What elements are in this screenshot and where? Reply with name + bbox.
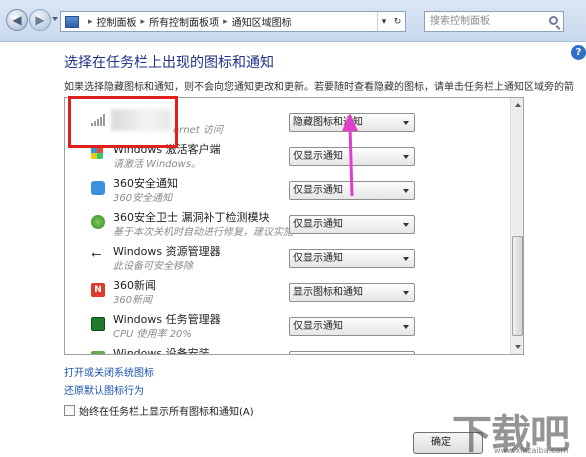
list-item-subtitle: 360安全通知	[113, 193, 173, 204]
chevron-down-icon	[403, 291, 409, 295]
search-icon[interactable]	[549, 16, 558, 25]
title-bar: ◀ ▶ ▸ 控制面板 ▸ 所有控制面板项 ▸ 通知区域图标 ▾ ↻ 搜索控制面板	[0, 0, 586, 42]
list-item-name: Windows 设备安装	[113, 347, 210, 355]
device-install-icon	[91, 351, 105, 354]
restore-defaults-link[interactable]: 还原默认图标行为	[64, 382, 144, 397]
behavior-select[interactable]: 隐藏图标和通知	[289, 113, 415, 132]
behavior-select[interactable]: 仅显示通知	[289, 181, 415, 200]
control-panel-icon	[65, 15, 79, 28]
task-manager-icon	[91, 317, 105, 331]
list-item: Windows 设备安装	[65, 342, 511, 355]
list-item: Windows 任务管理器 CPU 使用率 20% 仅显示通知	[65, 308, 511, 342]
search-placeholder: 搜索控制面板	[430, 16, 490, 27]
list-item-subtitle: 360新闻	[113, 295, 153, 306]
arrow-up-icon	[514, 103, 521, 107]
red-highlight-annotation	[68, 96, 178, 148]
news-icon: N	[91, 283, 105, 297]
behavior-select-value: 仅显示通知	[293, 321, 343, 332]
watermark-url: www.xiazaiba.com	[494, 446, 569, 455]
chat-bubble-icon	[91, 181, 105, 195]
behavior-select-value: 隐藏图标和通知	[293, 117, 363, 128]
chevron-down-icon	[403, 189, 409, 193]
behavior-select[interactable]	[289, 351, 415, 354]
always-show-checkbox[interactable]	[64, 405, 75, 416]
always-show-label: 始终在任务栏上显示所有图标和通知(A)	[79, 407, 254, 418]
behavior-select[interactable]: 仅显示通知	[289, 215, 415, 234]
patch-module-icon	[91, 215, 105, 229]
list-item-subtitle: 此设备可安全移除	[113, 261, 193, 272]
chevron-down-icon	[403, 257, 409, 261]
arrow-down-icon	[514, 345, 521, 349]
list-item: 360安全卫士 漏洞补丁检测模块 基于本次关机时自动进行修复，建议实施 仅显示通…	[65, 206, 511, 240]
breadcrumb-notification-icons[interactable]: 通知区域图标	[232, 14, 292, 29]
chevron-down-icon	[403, 155, 409, 159]
address-dropdown-icon[interactable]: ▾	[382, 17, 387, 27]
list-item: N 360新闻 360新闻 显示图标和通知	[65, 274, 511, 308]
usb-icon: ⭠	[91, 247, 102, 262]
behavior-select[interactable]: 仅显示通知	[289, 249, 415, 268]
breadcrumb-separator-icon: ▸	[88, 16, 93, 27]
scroll-down-button[interactable]	[511, 340, 524, 354]
list-item-subtitle: ernet 访问	[173, 125, 223, 136]
address-controls: ▾ ↻	[377, 12, 405, 31]
page-description: 如果选择隐藏图标和通知，则不会向您通知更改和更新。若要随时查看隐藏的图标，请单击…	[64, 82, 574, 93]
refresh-icon[interactable]: ↻	[394, 17, 402, 27]
list-item-subtitle: CPU 使用率 20%	[113, 329, 192, 340]
scroll-thumb[interactable]	[512, 236, 523, 336]
behavior-select-value: 显示图标和通知	[293, 287, 363, 298]
watermark-logo: 下载吧 www.xiazaiba.com	[452, 402, 586, 457]
list-item: ⭠ Windows 资源管理器 此设备可安全移除 仅显示通知	[65, 240, 511, 274]
chevron-down-icon	[403, 121, 409, 125]
scroll-up-button[interactable]	[511, 98, 524, 112]
recent-pages-dropdown-icon[interactable]	[52, 17, 58, 21]
breadcrumb-all-items[interactable]: 所有控制面板项	[149, 14, 219, 29]
behavior-select-value: 仅显示通知	[293, 253, 343, 264]
list-scrollbar[interactable]	[510, 98, 523, 354]
behavior-select[interactable]: 仅显示通知	[289, 147, 415, 166]
search-input[interactable]: 搜索控制面板	[424, 11, 564, 32]
behavior-select-value: 仅显示通知	[293, 151, 343, 162]
breadcrumb-separator-icon: ▸	[223, 16, 228, 27]
address-bar[interactable]: ▸ 控制面板 ▸ 所有控制面板项 ▸ 通知区域图标 ▾ ↻	[60, 11, 406, 32]
list-item-subtitle: 请激活 Windows。	[113, 159, 202, 170]
chevron-down-icon	[403, 325, 409, 329]
behavior-select[interactable]: 仅显示通知	[289, 317, 415, 336]
list-item: 360安全通知 360安全通知 仅显示通知	[65, 172, 511, 206]
behavior-select-value: 仅显示通知	[293, 185, 343, 196]
breadcrumb-separator-icon: ▸	[140, 16, 146, 27]
list-item-subtitle: 基于本次关机时自动进行修复，建议实施	[113, 227, 293, 238]
windows-activation-icon	[91, 147, 103, 159]
behavior-select-value: 仅显示通知	[293, 219, 343, 230]
page-title: 选择在任务栏上出现的图标和通知	[64, 55, 274, 71]
breadcrumb-control-panel[interactable]: 控制面板	[97, 14, 137, 29]
forward-button[interactable]: ▶	[29, 9, 51, 31]
back-button[interactable]: ◀	[6, 9, 28, 31]
behavior-select[interactable]: 显示图标和通知	[289, 283, 415, 302]
system-icons-link[interactable]: 打开或关闭系统图标	[64, 364, 154, 379]
help-icon[interactable]: ?	[571, 45, 586, 60]
always-show-option[interactable]: 始终在任务栏上显示所有图标和通知(A)	[64, 403, 254, 418]
chevron-down-icon	[403, 223, 409, 227]
